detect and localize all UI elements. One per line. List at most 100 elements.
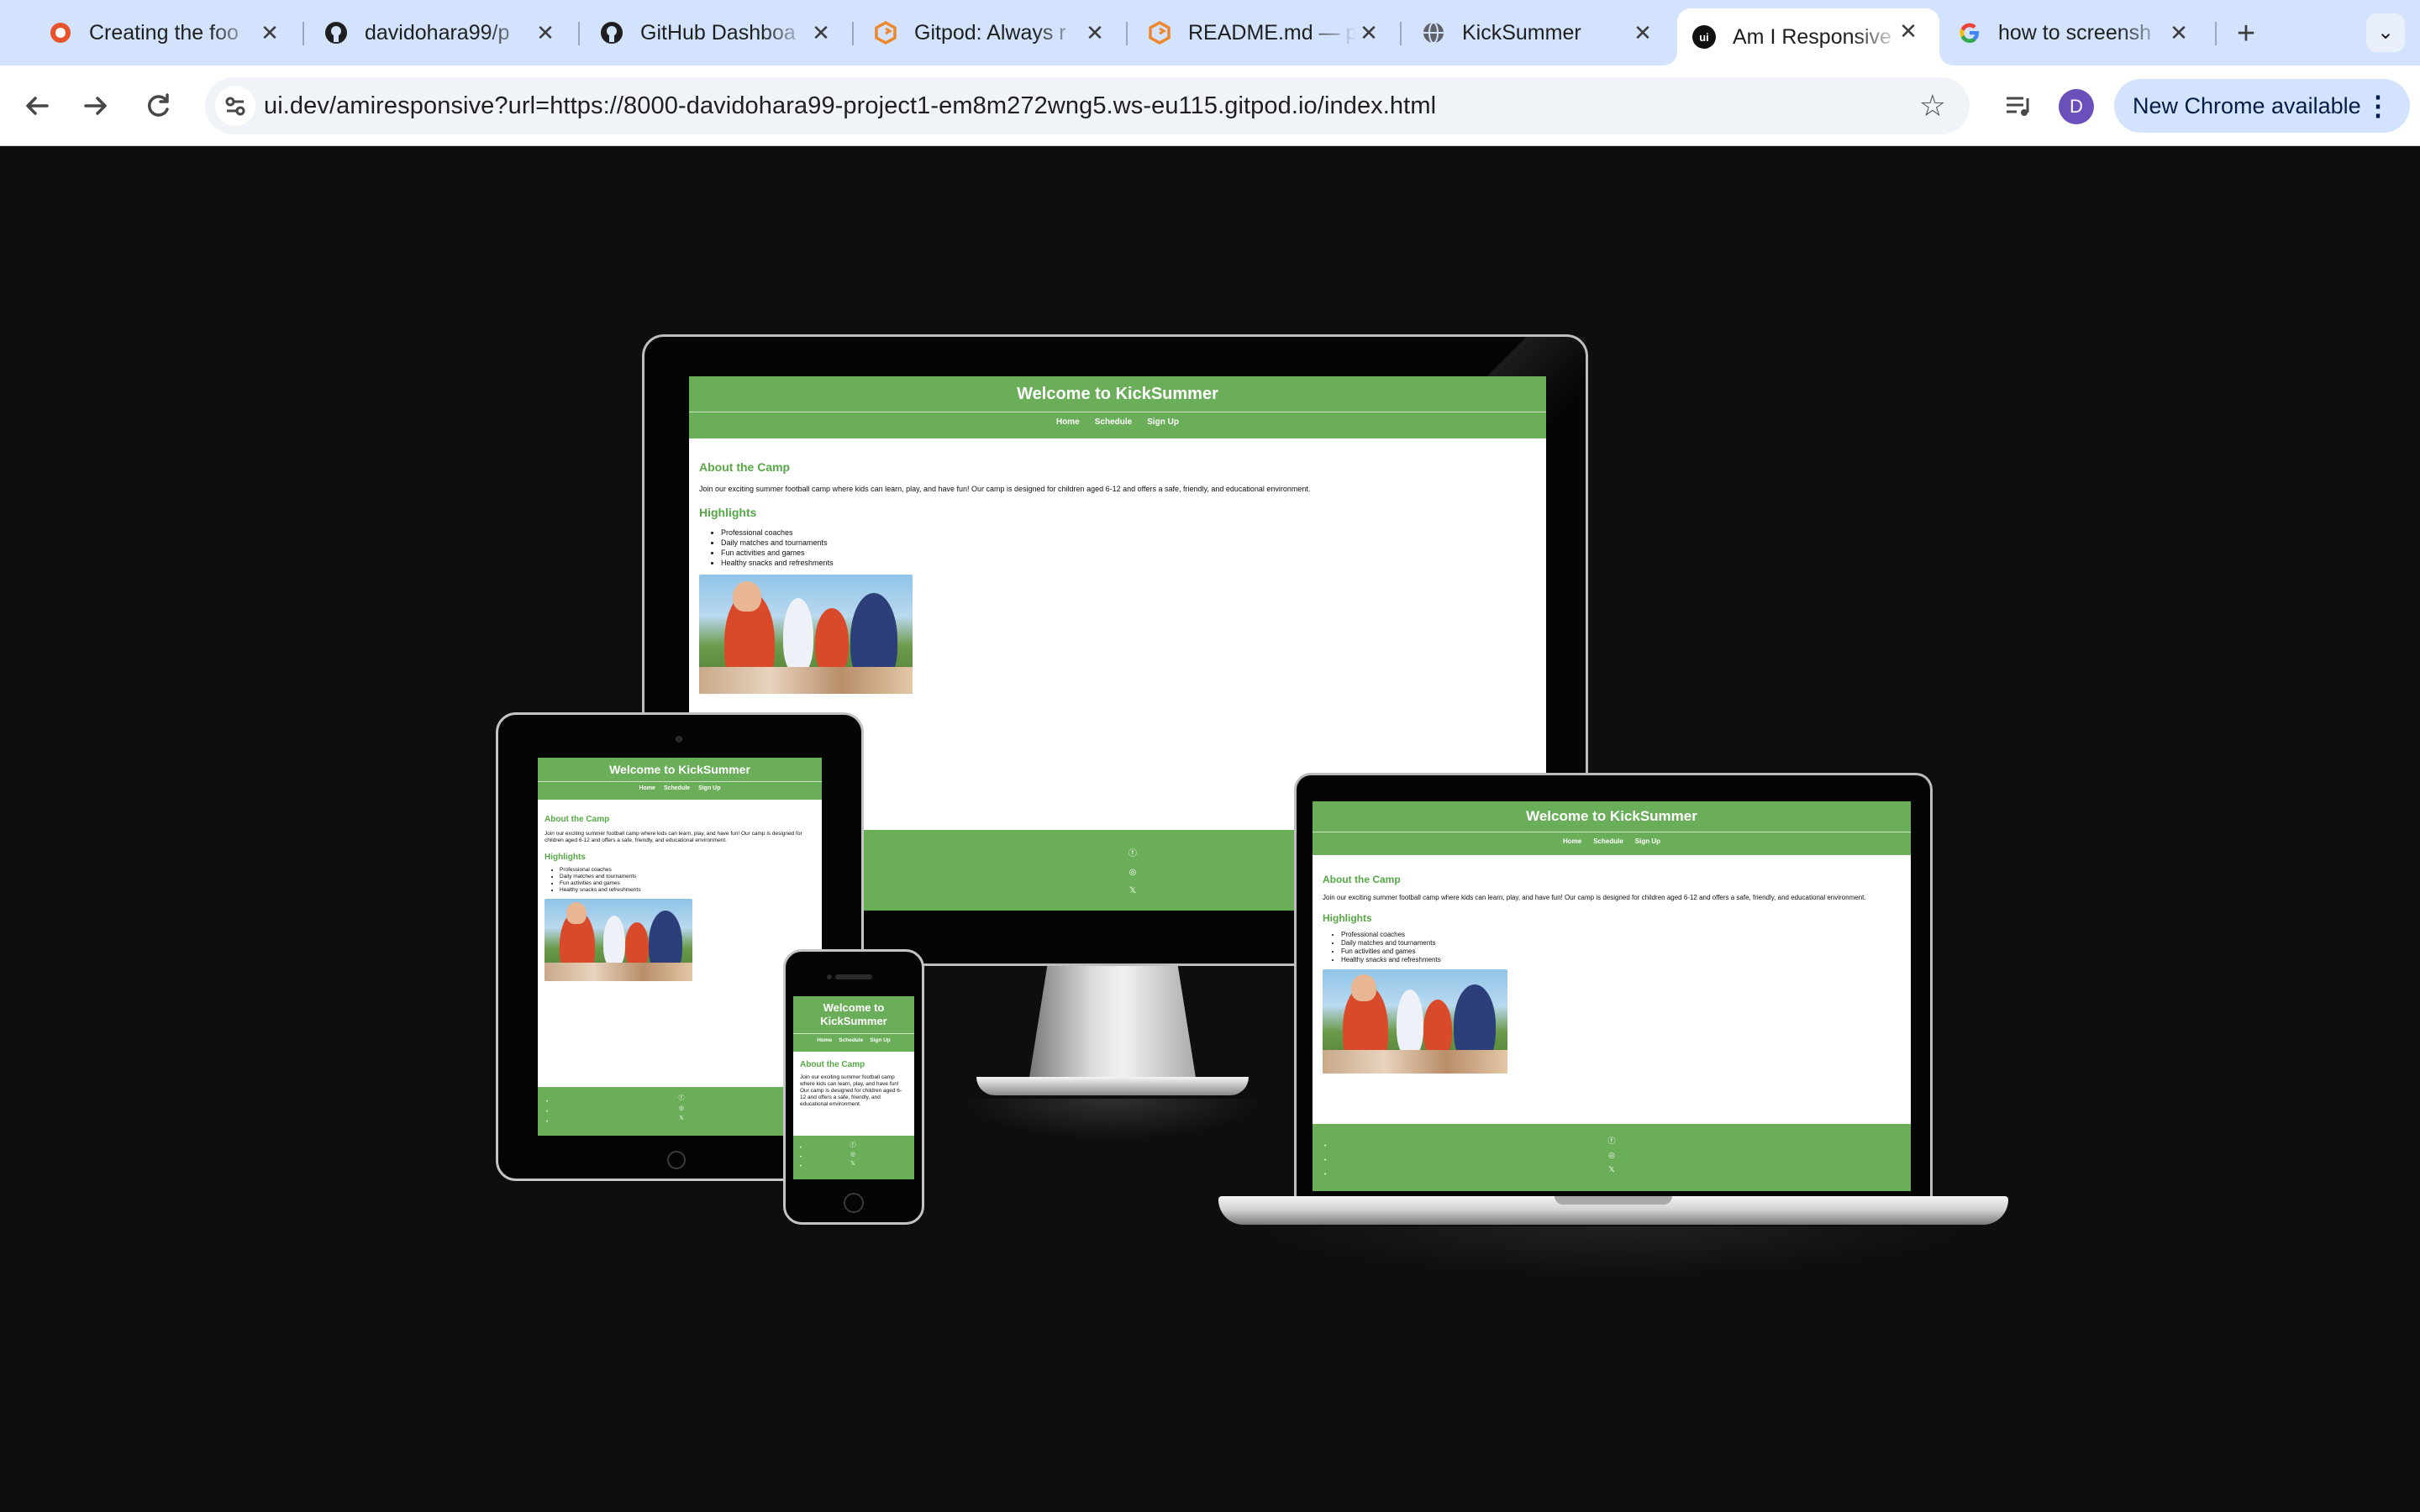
highlight-item: Daily matches and tournaments — [721, 538, 1536, 548]
site-info-button[interactable] — [215, 86, 255, 126]
highlight-item: Fun activities and games — [1341, 948, 1901, 956]
site-nav: Home Schedule Sign Up — [793, 1033, 914, 1052]
camp-photo — [1323, 969, 1507, 1074]
nav-link-home[interactable]: Home — [1563, 837, 1581, 845]
about-heading: About the Camp — [699, 460, 791, 474]
close-icon[interactable]: ✕ — [257, 20, 282, 45]
gitpod-icon — [875, 21, 897, 45]
facebook-icon[interactable]: ⓕ — [1607, 1134, 1617, 1148]
nav-link-signup[interactable]: Sign Up — [1147, 417, 1179, 427]
nav-link-home[interactable]: Home — [817, 1037, 832, 1043]
tablet-screen: Welcome to KickSummer Home Schedule Sign… — [538, 758, 822, 1136]
monitor-base — [976, 1077, 1249, 1095]
nav-link-schedule[interactable]: Schedule — [1593, 837, 1623, 845]
instagram-icon[interactable]: ◎ — [677, 1104, 686, 1114]
about-text: Join our exciting summer football camp w… — [699, 485, 1311, 493]
browser-toolbar: ui.dev/amiresponsive?url=https://8000-da… — [0, 66, 2420, 146]
tab-title: README.md — p — [1188, 20, 1356, 45]
about-heading: About the Camp — [800, 1060, 865, 1069]
tab-search-button[interactable]: ⌄ — [2366, 13, 2405, 52]
site-nav: Home Schedule Sign Up — [1313, 832, 1911, 855]
tab-title: GitHub Dashboa — [640, 20, 796, 45]
laptop-notch — [1555, 1196, 1672, 1205]
playlist-icon — [2007, 97, 2029, 116]
close-icon[interactable]: ✕ — [1896, 18, 1921, 44]
facebook-icon[interactable]: ⓕ — [849, 1141, 857, 1150]
url-text[interactable]: ui.dev/amiresponsive?url=https://8000-da… — [264, 92, 1436, 120]
tab-am-i-responsive[interactable]: ui Am I Responsive ✕ — [1664, 8, 1953, 66]
site-title: Welcome to KickSummer — [1017, 385, 1218, 403]
site-nav: Home Schedule Sign Up — [538, 781, 822, 800]
laptop-reflection — [1252, 1226, 1975, 1277]
kebab-menu-icon[interactable]: ⋮ — [2365, 79, 2391, 133]
new-chrome-available-button[interactable]: New Chrome available ⋮ — [2114, 79, 2410, 133]
x-icon[interactable]: 𝕏 — [1128, 882, 1138, 900]
reload-button[interactable] — [139, 87, 176, 124]
close-icon[interactable]: ✕ — [533, 20, 558, 45]
close-icon[interactable]: ✕ — [2166, 20, 2191, 45]
nav-link-home[interactable]: Home — [639, 785, 655, 791]
monitor-stand — [1028, 961, 1197, 1087]
nav-link-schedule[interactable]: Schedule — [839, 1037, 863, 1043]
tab-github-repo[interactable]: davidohara99/p ✕ — [309, 10, 578, 55]
address-bar[interactable]: ui.dev/amiresponsive?url=https://8000-da… — [205, 77, 1970, 134]
nav-link-signup[interactable]: Sign Up — [870, 1037, 891, 1043]
nav-link-signup[interactable]: Sign Up — [698, 785, 720, 791]
instagram-icon[interactable]: ◎ — [1128, 864, 1138, 882]
site-content: About the Camp Join our exciting summer … — [793, 1052, 914, 1136]
close-icon[interactable]: ✕ — [808, 20, 834, 45]
back-button[interactable] — [18, 87, 55, 124]
close-icon[interactable]: ✕ — [1630, 20, 1655, 45]
tab-google-search[interactable]: how to screensh ✕ — [1943, 10, 2212, 55]
site-title: Welcome to KickSummer — [820, 1001, 887, 1027]
site-content: About the Camp Join our exciting summer … — [538, 800, 822, 1087]
ui-dev-icon: ui — [1692, 25, 1716, 49]
tab-gitpod[interactable]: Gitpod: Always r ✕ — [859, 10, 1128, 55]
nav-link-home[interactable]: Home — [1056, 417, 1080, 427]
about-text: Join our exciting summer football camp w… — [544, 831, 802, 843]
highlight-item: Healthy snacks and refreshments — [560, 887, 815, 894]
tab-creating[interactable]: Creating the foo ✕ — [34, 10, 302, 55]
nav-link-schedule[interactable]: Schedule — [1095, 417, 1132, 427]
facebook-icon[interactable]: ⓕ — [1128, 845, 1138, 864]
x-icon[interactable]: 𝕏 — [849, 1159, 857, 1168]
x-icon[interactable]: 𝕏 — [1607, 1163, 1617, 1177]
instagram-icon[interactable]: ◎ — [849, 1150, 857, 1159]
instagram-icon[interactable]: ◎ — [1607, 1148, 1617, 1163]
site-footer: • • • ⓕ ◎ 𝕏 — [538, 1087, 822, 1136]
tune-icon — [225, 97, 245, 116]
forward-button[interactable] — [77, 87, 114, 124]
phone-camera — [827, 974, 832, 979]
x-icon[interactable]: 𝕏 — [677, 1114, 686, 1124]
highlight-item: Daily matches and tournaments — [560, 874, 815, 880]
tab-title: Creating the foo — [89, 20, 239, 45]
tab-title: Am I Responsive — [1733, 24, 1891, 49]
nav-link-signup[interactable]: Sign Up — [1635, 837, 1660, 845]
site-header: Welcome to KickSummer Home Schedule Sign… — [689, 376, 1546, 438]
close-icon[interactable]: ✕ — [1356, 20, 1381, 45]
tab-readme[interactable]: README.md — p ✕ — [1133, 10, 1402, 55]
profile-avatar[interactable]: D — [2059, 89, 2094, 124]
highlights-list: Professional coaches Daily matches and t… — [544, 867, 815, 894]
highlights-list: Professional coaches Daily matches and t… — [1323, 931, 1901, 964]
phone-screen: Welcome to KickSummer Home Schedule Sign… — [793, 996, 914, 1179]
site-header: Welcome to KickSummer Home Schedule Sign… — [1313, 801, 1911, 855]
tab-kicksummer[interactable]: KickSummer ✕ — [1407, 10, 1676, 55]
facebook-icon[interactable]: ⓕ — [677, 1094, 686, 1104]
nav-link-schedule[interactable]: Schedule — [664, 785, 690, 791]
tab-github-dashboard[interactable]: GitHub Dashboa ✕ — [585, 10, 854, 55]
media-controls-icon[interactable] — [1996, 84, 2040, 128]
about-heading: About the Camp — [1323, 874, 1401, 885]
close-icon[interactable]: ✕ — [1082, 20, 1107, 45]
site-header: Welcome to KickSummer Home Schedule Sign… — [793, 996, 914, 1052]
camp-photo — [544, 899, 692, 981]
tab-separator — [578, 22, 580, 45]
svg-text:ui: ui — [1699, 31, 1709, 44]
github-icon — [601, 22, 623, 44]
highlights-heading: Highlights — [544, 853, 586, 862]
reload-icon — [148, 93, 169, 117]
globe-icon — [1423, 22, 1444, 44]
new-tab-button[interactable]: + — [2227, 15, 2265, 54]
bookmark-star-icon[interactable]: ☆ — [1919, 89, 1946, 123]
camp-photo — [699, 575, 913, 694]
